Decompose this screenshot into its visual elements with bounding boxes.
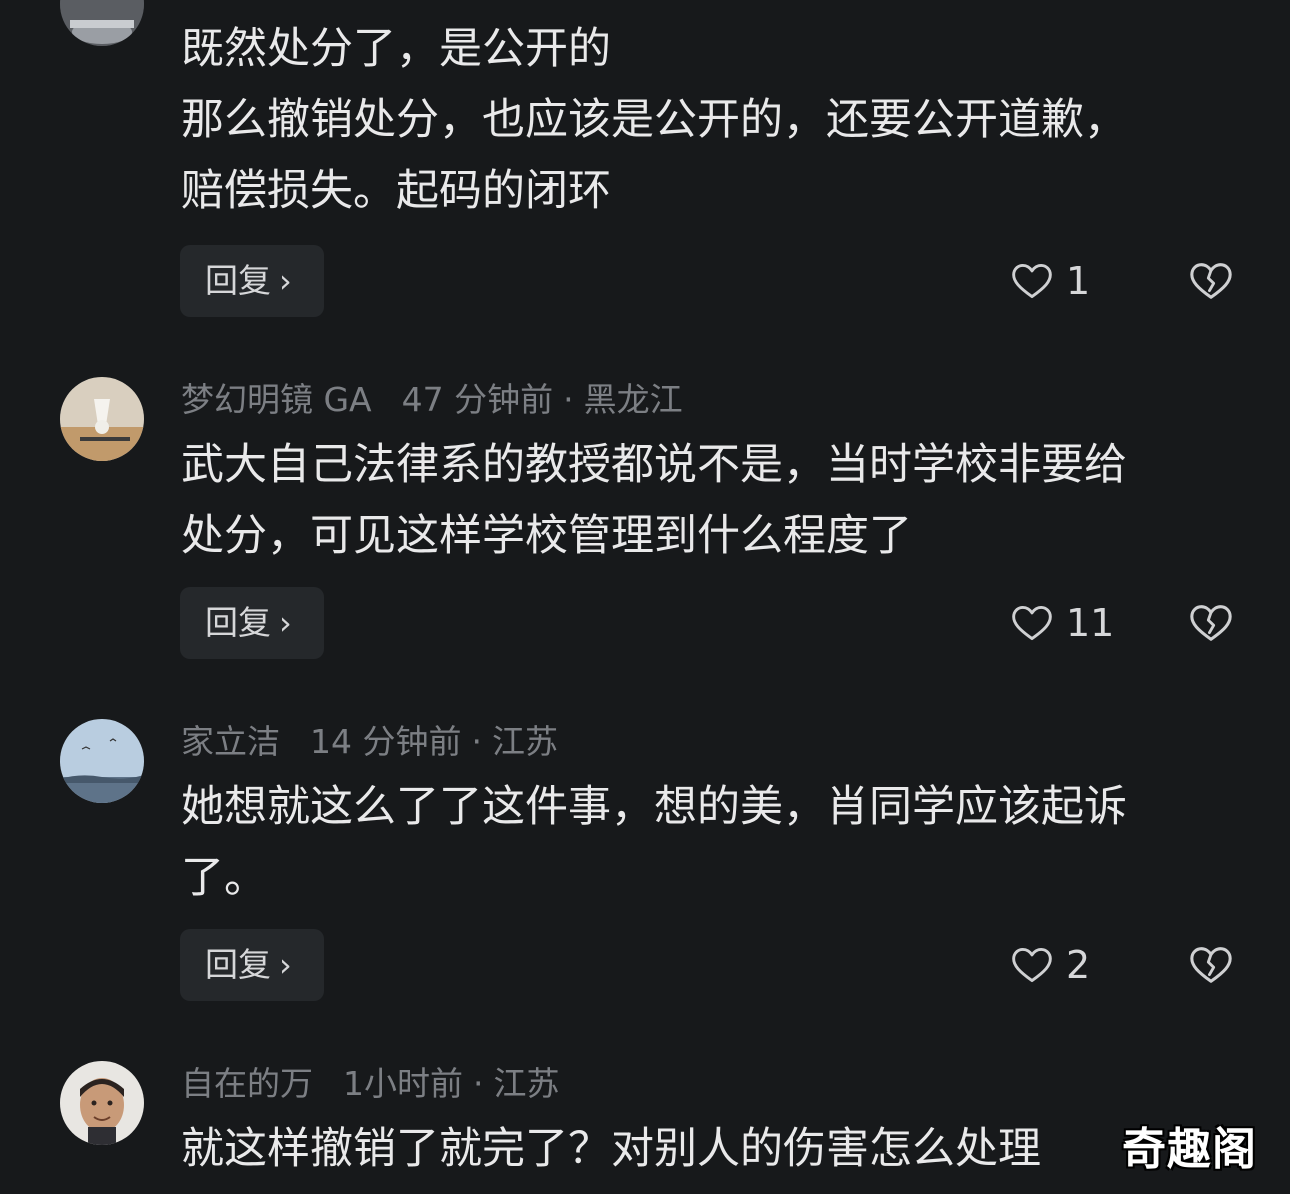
reply-label: 回复 (205, 603, 271, 642)
like-count: 2 (1066, 943, 1091, 987)
like-button[interactable]: 2 (1010, 929, 1090, 1001)
location: 江苏 (491, 722, 558, 761)
like-count: 11 (1066, 601, 1115, 645)
username[interactable]: 梦幻明镜 GA (181, 380, 372, 419)
username[interactable]: 自在的万 (181, 1064, 313, 1103)
comment-meta: 自在的万 1小时前 · 江苏 (181, 1062, 560, 1106)
chevron-right-icon: › (279, 262, 292, 300)
heart-outline-icon (1012, 605, 1052, 641)
separator: · (473, 1064, 484, 1103)
comment-text: 武大自己法律系的教授都说不是，当时学校非要给 处分，可见这样学校管理到什么程度了 (181, 440, 1127, 561)
dislike-button[interactable] (1188, 929, 1234, 1001)
broken-heart-icon (1190, 947, 1232, 983)
reply-label: 回复 (205, 261, 271, 300)
broken-heart-icon (1190, 263, 1232, 299)
reply-label: 回复 (205, 945, 271, 984)
reply-button[interactable]: 回复 › (180, 929, 324, 1001)
broken-heart-icon (1190, 605, 1232, 641)
timestamp: 47 分钟前 (401, 380, 554, 419)
chevron-right-icon: › (279, 604, 292, 642)
comment-meta: 家立洁 14 分钟前 · 江苏 (181, 720, 558, 764)
like-count: 1 (1066, 259, 1091, 303)
reply-button[interactable]: 回复 › (180, 587, 324, 659)
separator: · (471, 722, 482, 761)
like-button[interactable]: 1 (1010, 245, 1090, 317)
heart-outline-icon (1012, 947, 1052, 983)
dislike-button[interactable] (1188, 245, 1234, 317)
heart-outline-icon (1012, 263, 1052, 299)
watermark: 奇趣阁 (1122, 1124, 1257, 1175)
timestamp: 1小时前 (343, 1064, 463, 1103)
avatar[interactable] (60, 377, 144, 461)
separator: · (563, 380, 574, 419)
like-button[interactable]: 11 (1010, 587, 1114, 659)
chevron-right-icon: › (279, 946, 292, 984)
reply-button[interactable]: 回复 › (180, 245, 324, 317)
comment-text: 就这样撤销了就完了？对别人的伤害怎么处理 (181, 1124, 1041, 1174)
comment-text: 她想就这么了了这件事，想的美，肖同学应该起诉 了。 (181, 782, 1127, 903)
avatar[interactable] (60, 1061, 144, 1145)
comment-meta: 梦幻明镜 GA 47 分钟前 · 黑龙江 (181, 378, 683, 422)
username[interactable]: 家立洁 (181, 722, 280, 761)
avatar[interactable] (60, 0, 144, 46)
avatar[interactable] (60, 719, 144, 803)
dislike-button[interactable] (1188, 587, 1234, 659)
comment-text: 既然处分了，是公开的 那么撤销处分，也应该是公开的，还要公开道歉， 赔偿损失。起… (181, 24, 1127, 216)
location: 黑龙江 (583, 380, 683, 419)
location: 江苏 (493, 1064, 560, 1103)
timestamp: 14 分钟前 (310, 722, 462, 761)
